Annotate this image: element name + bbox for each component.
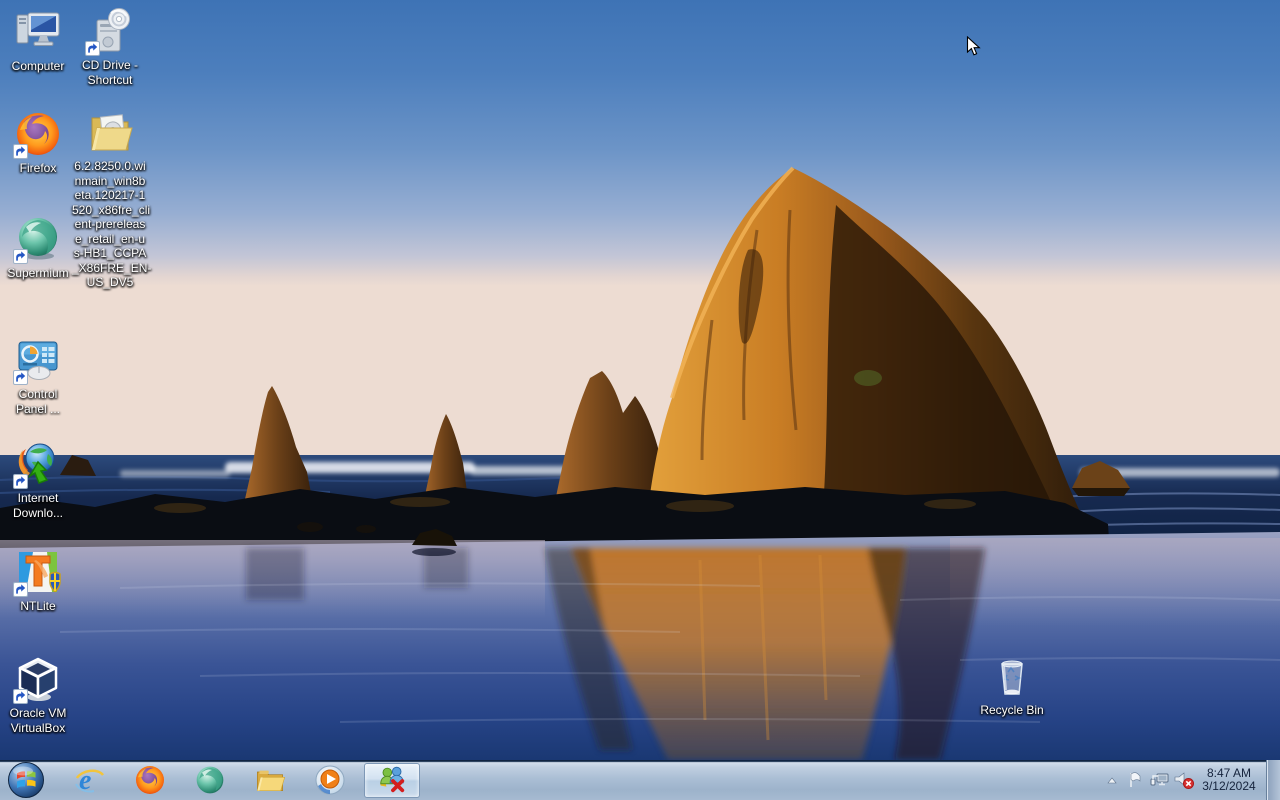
show-desktop-button[interactable] (1266, 760, 1280, 800)
idm-icon (14, 440, 62, 488)
icon-label: 6.2.8250.0.wi nmain_win8b eta.120217-1 5… (72, 159, 152, 289)
icon-label: Firefox (19, 161, 57, 175)
shortcut-arrow-icon (13, 249, 28, 264)
icon-label: CD Drive - Shortcut (82, 58, 138, 87)
taskbar-app-internet-explorer[interactable]: e (60, 762, 120, 798)
icon-label: NTLite (20, 599, 56, 613)
desktop-icon-virtualbox[interactable]: Oracle VM VirtualBox (0, 655, 76, 735)
taskbar-clock[interactable]: 8:47 AM 3/12/2024 (1196, 767, 1262, 793)
icon-label: Control Panel ... (15, 387, 61, 416)
internet-explorer-icon: e (75, 765, 105, 796)
wallpaper-haystack-rock (0, 0, 1280, 760)
recycle-bin-icon (988, 652, 1036, 700)
action-center-button[interactable] (1124, 760, 1148, 800)
windows-media-player-icon (315, 765, 345, 795)
desktop-icon-firefox[interactable]: Firefox (0, 110, 76, 176)
supermium-icon (196, 766, 224, 794)
network-status-button[interactable] (1148, 760, 1172, 800)
desktop-icon-control-panel[interactable]: Control Panel ... (0, 336, 76, 416)
flag-icon (1130, 772, 1141, 787)
desktop-icon-idm[interactable]: Internet Downlo... (0, 440, 76, 520)
desktop: Computer CD Drive - Shortcut Firefox 6.2… (0, 0, 1280, 760)
clock-date: 3/12/2024 (1202, 779, 1256, 793)
taskbar-app-firefox[interactable] (120, 762, 180, 798)
taskbar: e 8:47 AM 3/12/2024 (0, 760, 1280, 800)
desktop-icon-build-folder[interactable]: 6.2.8250.0.wi nmain_win8b eta.120217-1 5… (72, 108, 152, 290)
shortcut-arrow-icon (85, 41, 100, 56)
start-button[interactable] (0, 760, 52, 800)
network-icon (1150, 773, 1169, 786)
virtualbox-icon (14, 655, 62, 703)
start-orb-icon (8, 762, 44, 798)
icon-label: Supermium (7, 266, 69, 280)
shortcut-arrow-icon (13, 370, 28, 385)
icon-label: Oracle VM VirtualBox (9, 706, 67, 735)
chevron-up-icon (1107, 777, 1117, 783)
volume-button[interactable] (1172, 760, 1196, 800)
computer-icon (14, 8, 62, 56)
icon-label: Computer (11, 59, 65, 73)
open-folder-icon (86, 108, 134, 156)
desktop-icon-computer[interactable]: Computer (0, 8, 76, 74)
desktop-icon-recycle-bin[interactable]: Recycle Bin (974, 652, 1050, 718)
shortcut-arrow-icon (13, 582, 28, 597)
supermium-icon (14, 215, 62, 263)
icon-label: Recycle Bin (980, 703, 1044, 717)
firefox-icon (14, 110, 62, 158)
taskbar-app-windows-media-player[interactable] (300, 762, 360, 798)
shortcut-arrow-icon (13, 689, 28, 704)
icon-label: Internet Downlo... (12, 491, 64, 520)
taskbar-app-messenger[interactable] (364, 762, 420, 798)
firefox-icon (136, 766, 164, 794)
cd-drive-icon (86, 7, 134, 55)
show-hidden-icons-button[interactable] (1100, 760, 1124, 800)
volume-muted-icon (1174, 772, 1194, 789)
shortcut-arrow-icon (13, 144, 28, 159)
shortcut-arrow-icon (13, 474, 28, 489)
ntlite-icon (14, 548, 62, 596)
system-tray: 8:47 AM 3/12/2024 (1100, 760, 1280, 800)
messenger-offline-icon (380, 766, 405, 793)
desktop-icon-ntlite[interactable]: NTLite (0, 548, 76, 614)
taskbar-app-windows-explorer[interactable] (240, 762, 300, 798)
desktop-icon-supermium[interactable]: Supermium (0, 215, 76, 281)
windows-explorer-icon (256, 770, 286, 791)
control-panel-icon (14, 336, 62, 384)
taskbar-app-supermium[interactable] (180, 762, 240, 798)
desktop-icon-cd-drive[interactable]: CD Drive - Shortcut (72, 7, 148, 87)
